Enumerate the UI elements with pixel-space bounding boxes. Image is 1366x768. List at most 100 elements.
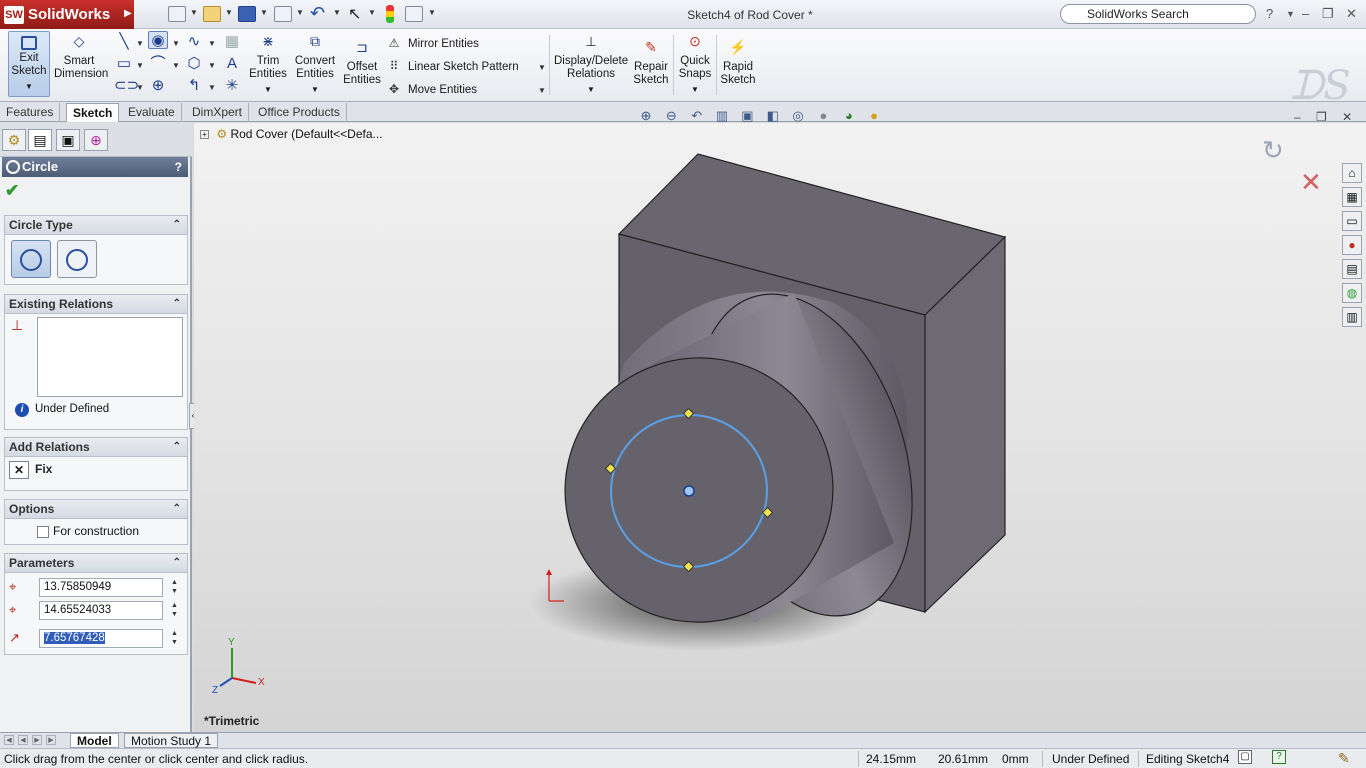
existing-relations-list[interactable] <box>37 317 183 397</box>
home-icon[interactable]: ⌂ <box>1342 163 1362 183</box>
help-icon[interactable]: ? <box>175 157 182 177</box>
zoom-to-area-icon[interactable]: ⊖ <box>663 108 679 124</box>
graphics-area[interactable]: + ⚙ Rod Cover (Default<<Defa... Y X Z ↻ … <box>194 123 1366 732</box>
slot-icon[interactable]: ⊂⊃ <box>114 77 139 95</box>
repair-sketch-button[interactable]: ✎ Repair Sketch <box>632 40 670 87</box>
new-document-icon[interactable] <box>168 6 186 22</box>
tab-features[interactable]: Features <box>0 103 61 122</box>
configuration-manager-tab-icon[interactable]: ▣ <box>56 129 80 151</box>
circle-type-header[interactable]: Circle Type ⌃ <box>5 216 187 235</box>
fillet-dropdown-icon[interactable]: ▼ <box>208 83 216 92</box>
circle-tool-icon[interactable]: ◉ <box>148 31 168 49</box>
minimize-window-button[interactable]: ‒ <box>1302 6 1309 21</box>
help-icon[interactable]: ? <box>1266 6 1273 21</box>
line-dropdown-icon[interactable]: ▼ <box>136 39 144 48</box>
options-header[interactable]: Options ⌃ <box>5 500 187 519</box>
print-dropdown-icon[interactable]: ▼ <box>296 8 304 17</box>
edit-appearance-icon[interactable]: ● <box>815 108 831 124</box>
convert-dropdown-icon[interactable]: ▼ <box>292 83 338 96</box>
collapse-icon[interactable]: ⌃ <box>173 500 181 518</box>
section-view-icon[interactable]: ▥ <box>714 108 730 124</box>
radius-input[interactable]: 7.65767428 <box>39 629 163 648</box>
help-status-icon[interactable]: ? <box>1272 750 1286 764</box>
center-x-input[interactable]: 13.75850949 <box>39 578 163 597</box>
radius-spinner[interactable]: ▲ ▼ <box>171 629 178 647</box>
display-delete-relations-button[interactable]: ⊥ Display/Delete Relations ▼ <box>554 35 628 96</box>
options-dropdown-icon[interactable]: ▼ <box>428 8 436 17</box>
spline-icon[interactable]: ∿ <box>184 33 204 51</box>
add-relations-header[interactable]: Add Relations ⌃ <box>5 438 187 457</box>
parameters-header[interactable]: Parameters ⌃ <box>5 554 187 573</box>
exit-sketch-corner-icon[interactable]: ↻ <box>1262 135 1284 166</box>
ok-checkmark-button[interactable]: ✔ <box>5 181 19 201</box>
display-style-icon[interactable]: ◧ <box>765 108 781 124</box>
feature-manager-tab-icon[interactable]: ⚙ <box>2 129 26 151</box>
help-dropdown-icon[interactable]: ▼ <box>1286 9 1295 19</box>
polygon-icon[interactable]: ⬡ <box>184 55 204 73</box>
exit-sketch-button[interactable]: Exit Sketch ▼ <box>8 31 50 97</box>
search-library-icon[interactable]: ● <box>1342 235 1362 255</box>
undo-icon[interactable]: ↶ <box>310 3 325 24</box>
open-folder-icon[interactable] <box>203 6 221 22</box>
snaps-dropdown-icon[interactable]: ▼ <box>677 83 713 96</box>
offset-entities-button[interactable]: ⊐ Offset Entities <box>340 40 384 87</box>
solidworks-logo[interactable]: SW SolidWorks <box>0 0 134 29</box>
viewport-restore-button[interactable]: ❐ <box>1316 110 1327 124</box>
previous-view-icon[interactable]: ↶ <box>689 108 705 124</box>
quick-snaps-button[interactable]: ⊙ Quick Snaps ▼ <box>677 34 713 96</box>
property-manager-tab-icon[interactable]: ▤ <box>28 129 52 151</box>
relations-dropdown-icon[interactable]: ▼ <box>554 83 628 96</box>
center-y-spinner[interactable]: ▲ ▼ <box>171 601 178 619</box>
smart-dimension-button[interactable]: ◇ Smart Dimension <box>54 34 108 81</box>
point-icon[interactable]: ⊕ <box>148 77 168 95</box>
center-y-input[interactable]: 14.65524033 <box>39 601 163 620</box>
apply-scene-icon[interactable]: ◕ <box>841 108 857 124</box>
file-explorer-icon[interactable]: ▭ <box>1342 211 1362 231</box>
slot-dropdown-icon[interactable]: ▼ <box>136 83 144 92</box>
view-palette-icon[interactable]: ▤ <box>1342 259 1362 279</box>
tab-office-products[interactable]: Office Products <box>252 103 347 122</box>
line-icon[interactable]: ╲ <box>114 33 134 51</box>
trim-dropdown-icon[interactable]: ▼ <box>246 83 290 96</box>
collapse-icon[interactable]: ⌃ <box>173 438 181 456</box>
hide-show-items-icon[interactable]: ◎ <box>790 108 806 124</box>
tab-sketch[interactable]: Sketch <box>66 103 120 122</box>
restore-window-button[interactable]: ❐ <box>1322 6 1334 22</box>
custom-properties-icon[interactable]: ▥ <box>1342 307 1362 327</box>
existing-relations-header[interactable]: Existing Relations ⌃ <box>5 295 187 314</box>
rebuild-icon[interactable] <box>386 5 394 23</box>
tab-evaluate[interactable]: Evaluate <box>122 103 182 122</box>
options-icon[interactable] <box>405 6 423 22</box>
open-dropdown-icon[interactable]: ▼ <box>225 8 233 17</box>
spline-dropdown-icon[interactable]: ▼ <box>208 39 216 48</box>
fix-relation-button[interactable]: ✕ Fix <box>9 461 52 479</box>
cancel-sketch-corner-icon[interactable]: ✕ <box>1300 167 1322 198</box>
fillet-icon[interactable]: ↰ <box>184 77 204 95</box>
next-tab-icon[interactable]: ▶ <box>32 735 42 745</box>
zoom-to-fit-icon[interactable]: ⊕ <box>638 108 654 124</box>
appearances-icon[interactable]: ◍ <box>1342 283 1362 303</box>
select-dropdown-icon[interactable]: ▼ <box>368 8 376 17</box>
mirror-entities-button[interactable]: ⚠ Mirror Entities <box>386 33 479 53</box>
last-tab-icon[interactable]: ▶ <box>46 735 56 745</box>
view-settings-icon[interactable]: ● <box>866 108 882 124</box>
collapse-icon[interactable]: ⌃ <box>173 295 181 313</box>
rectangle-dropdown-icon[interactable]: ▼ <box>136 61 144 70</box>
tab-dimxpert[interactable]: DimXpert <box>186 103 250 122</box>
tab-model[interactable]: Model <box>70 733 119 748</box>
design-library-icon[interactable]: ▦ <box>1342 187 1362 207</box>
collapse-icon[interactable]: ⌃ <box>173 216 181 234</box>
exit-sketch-dropdown-icon[interactable]: ▼ <box>9 80 49 93</box>
move-entities-button[interactable]: ✥ Move Entities <box>386 79 477 99</box>
polygon-dropdown-icon[interactable]: ▼ <box>208 61 216 70</box>
select-arrow-icon[interactable]: ↖ <box>348 4 361 24</box>
close-window-button[interactable]: ✕ <box>1346 6 1357 22</box>
circle-center-point[interactable] <box>683 485 695 497</box>
first-tab-icon[interactable]: ◀ <box>4 735 14 745</box>
collapse-icon[interactable]: ⌃ <box>173 554 181 572</box>
centerline-icon[interactable]: ✳ <box>222 77 242 95</box>
search-input[interactable]: SolidWorks Search <box>1060 4 1256 24</box>
for-construction-option[interactable]: For construction <box>37 524 139 538</box>
prev-tab-icon[interactable]: ◀ <box>18 735 28 745</box>
save-icon[interactable] <box>238 6 256 22</box>
